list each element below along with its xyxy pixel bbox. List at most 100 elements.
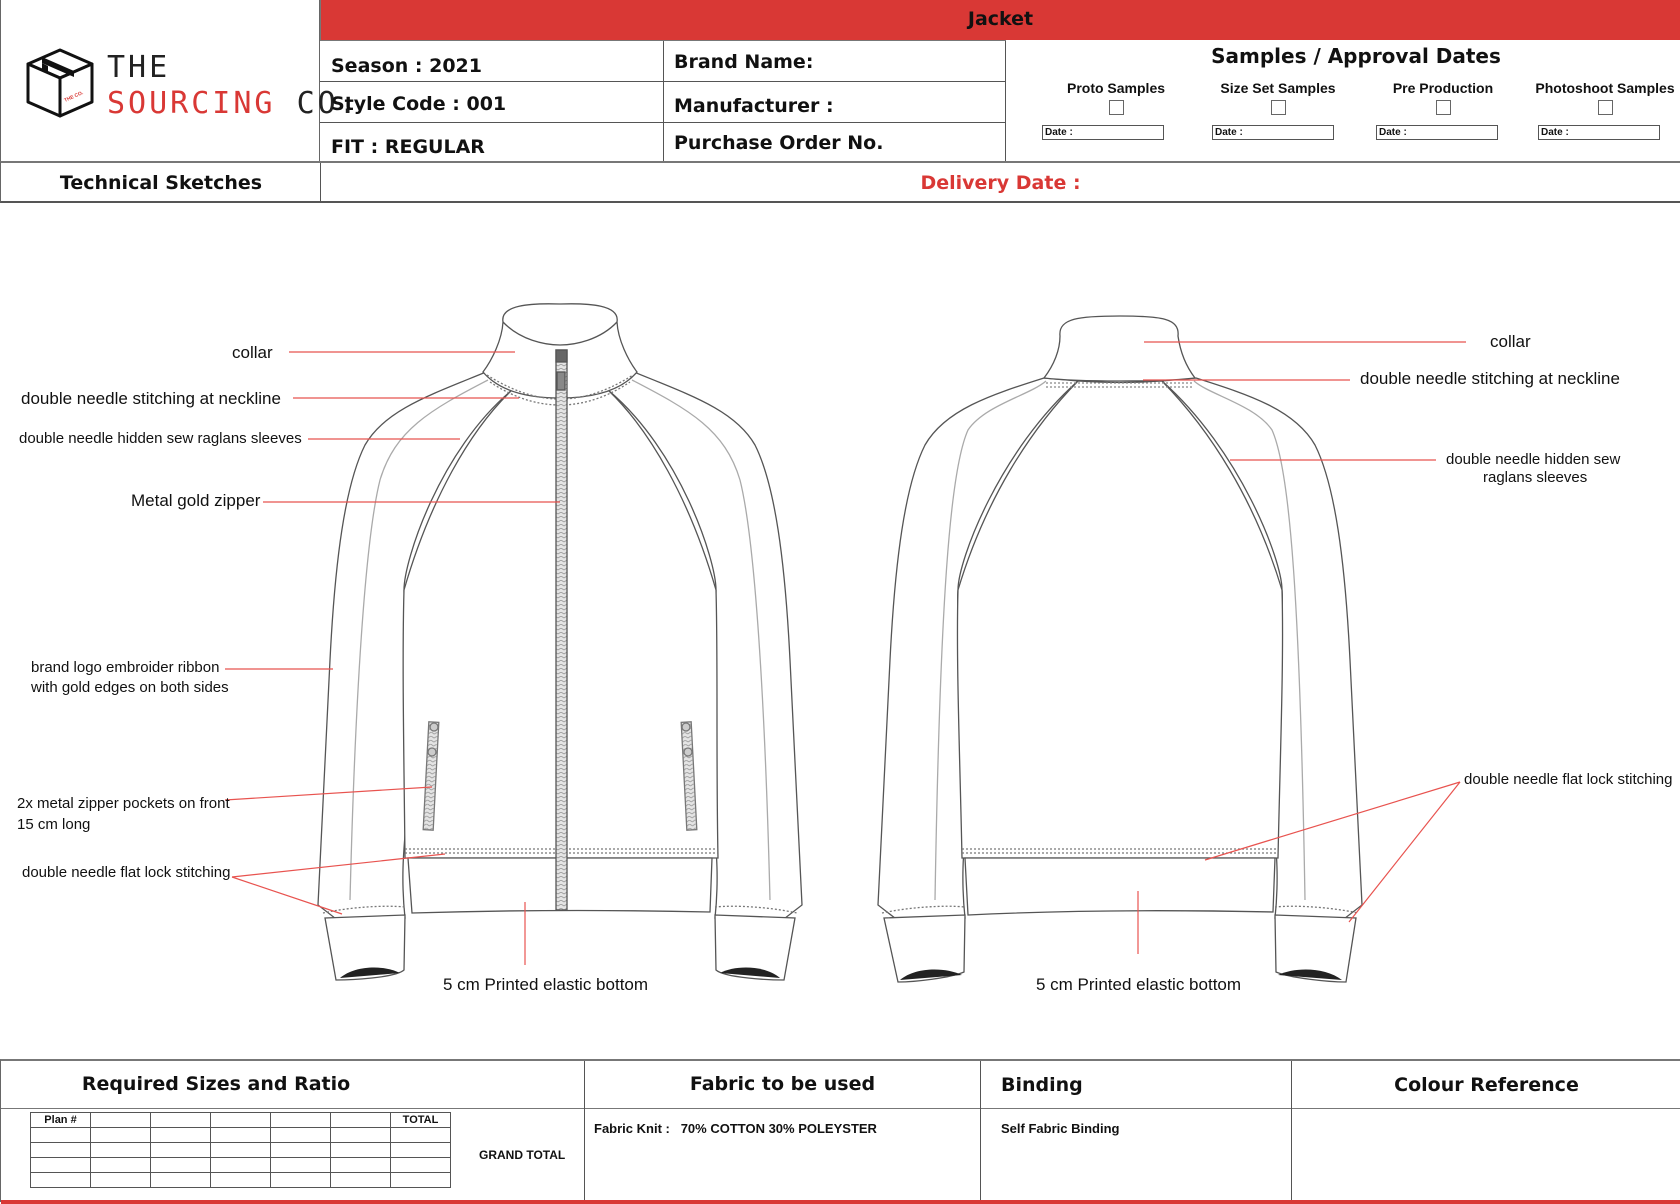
front-ribbon-label-1: brand logo embroider ribbon bbox=[31, 659, 220, 676]
table-cell[interactable] bbox=[30, 1157, 91, 1173]
pre-production-date-field[interactable]: Date : bbox=[1376, 125, 1498, 140]
table-cell[interactable] bbox=[150, 1142, 211, 1158]
front-pockets-label-2: 15 cm long bbox=[17, 816, 91, 833]
manufacturer-field: Manufacturer : bbox=[674, 95, 834, 117]
back-elastic-label: 5 cm Printed elastic bottom bbox=[1036, 975, 1242, 994]
back-collar bbox=[1042, 315, 1197, 382]
table-cell[interactable] bbox=[390, 1157, 451, 1173]
sample-checkbox[interactable] bbox=[1108, 100, 1124, 115]
sample-label: Pre Production bbox=[1392, 80, 1494, 96]
back-raglan-label-1: double needle hidden sew bbox=[1446, 451, 1621, 468]
table-cell[interactable] bbox=[150, 1172, 211, 1188]
sample-proto: Proto Samples bbox=[1041, 80, 1191, 120]
brand-line1: THE bbox=[107, 50, 171, 85]
table-cell[interactable] bbox=[150, 1127, 211, 1143]
delivery-date-label: Delivery Date : bbox=[920, 172, 1081, 194]
table-cell[interactable] bbox=[210, 1127, 271, 1143]
front-left-cuff bbox=[324, 914, 406, 981]
section-row: Technical Sketches Delivery Date : bbox=[0, 161, 1680, 203]
back-right-cuff bbox=[1274, 914, 1357, 983]
front-jacket-sketch bbox=[317, 303, 803, 981]
proto-date-field[interactable]: Date : bbox=[1042, 125, 1164, 140]
logo-cell: THE CO. THE SOURCING CO. bbox=[0, 0, 357, 162]
sample-checkbox[interactable] bbox=[1270, 100, 1286, 115]
table-header-cell: TOTAL bbox=[390, 1112, 451, 1128]
table-cell[interactable] bbox=[270, 1172, 331, 1188]
table-cell[interactable] bbox=[390, 1172, 451, 1188]
back-flatlock-label: double needle flat lock stitching bbox=[1464, 771, 1673, 788]
fit-field: FIT : REGULAR bbox=[331, 136, 485, 158]
sample-size-set: Size Set Samples bbox=[1203, 80, 1353, 120]
back-body bbox=[956, 380, 1284, 859]
table-cell[interactable] bbox=[270, 1127, 331, 1143]
table-cell[interactable] bbox=[330, 1157, 391, 1173]
table-cell[interactable] bbox=[90, 1157, 151, 1173]
sample-pre-production: Pre Production bbox=[1368, 80, 1518, 120]
table-row bbox=[30, 1172, 451, 1188]
front-neckline-label: double needle stitching at neckline bbox=[21, 389, 281, 408]
table-cell[interactable] bbox=[330, 1127, 391, 1143]
season-field: Season : 2021 bbox=[331, 55, 482, 77]
table-cell[interactable] bbox=[330, 1142, 391, 1158]
sizes-title: Required Sizes and Ratio bbox=[81, 1073, 351, 1095]
back-neckline-label: double needle stitching at neckline bbox=[1360, 369, 1620, 388]
table-header-row: Plan # TOTAL bbox=[30, 1112, 451, 1128]
table-cell[interactable] bbox=[390, 1142, 451, 1158]
front-zipper bbox=[555, 349, 568, 911]
sample-checkbox[interactable] bbox=[1597, 100, 1613, 115]
table-header-cell[interactable] bbox=[270, 1112, 331, 1128]
table-cell[interactable] bbox=[90, 1127, 151, 1143]
table-cell[interactable] bbox=[330, 1172, 391, 1188]
size-set-date-field[interactable]: Date : bbox=[1212, 125, 1334, 140]
back-collar-label: collar bbox=[1490, 332, 1531, 351]
info-grid: Season : 2021 Style Code : 001 FIT : REG… bbox=[320, 40, 1006, 163]
table-cell[interactable] bbox=[270, 1157, 331, 1173]
title-banner: Jacket bbox=[320, 0, 1680, 40]
fabric-title: Fabric to be used bbox=[689, 1073, 876, 1095]
binding-title: Binding bbox=[1001, 1074, 1083, 1096]
table-header-cell[interactable] bbox=[90, 1112, 151, 1128]
samples-title: Samples / Approval Dates bbox=[1211, 44, 1501, 68]
sample-label: Proto Samples bbox=[1066, 80, 1166, 96]
annotation-leaders bbox=[224, 341, 1466, 965]
section-title: Technical Sketches bbox=[59, 172, 263, 194]
table-cell[interactable] bbox=[150, 1157, 211, 1173]
front-elastic-label: 5 cm Printed elastic bottom bbox=[443, 975, 649, 994]
table-cell[interactable] bbox=[90, 1142, 151, 1158]
table-row bbox=[30, 1157, 451, 1173]
table-cell[interactable] bbox=[30, 1127, 91, 1143]
back-jacket-sketch bbox=[877, 315, 1363, 983]
box-logo-icon: THE CO. bbox=[26, 48, 94, 118]
colour-reference-title: Colour Reference bbox=[1394, 1074, 1579, 1096]
table-header-cell[interactable] bbox=[150, 1112, 211, 1128]
table-cell[interactable] bbox=[210, 1172, 271, 1188]
back-left-sleeve bbox=[877, 377, 1080, 923]
table-cell[interactable] bbox=[210, 1142, 271, 1158]
table-cell[interactable] bbox=[90, 1172, 151, 1188]
front-right-sleeve bbox=[606, 371, 803, 923]
photoshoot-date-field[interactable]: Date : bbox=[1538, 125, 1660, 140]
table-cell[interactable] bbox=[390, 1127, 451, 1143]
table-cell[interactable] bbox=[270, 1142, 331, 1158]
fabric-value: 70% COTTON 30% POLEYSTER bbox=[680, 1121, 877, 1136]
purchase-order-field: Purchase Order No. bbox=[674, 132, 884, 154]
back-left-cuff bbox=[883, 914, 966, 983]
front-raglan-label: double needle hidden sew raglans sleeves bbox=[19, 430, 302, 447]
table-cell[interactable] bbox=[30, 1142, 91, 1158]
back-waistband bbox=[964, 857, 1276, 916]
table-cell[interactable] bbox=[30, 1172, 91, 1188]
sample-photoshoot: Photoshoot Samples bbox=[1530, 80, 1680, 120]
table-cell[interactable] bbox=[210, 1157, 271, 1173]
table-header-cell[interactable] bbox=[210, 1112, 271, 1128]
front-left-pocket-zipper bbox=[422, 721, 440, 831]
page-title: Jacket bbox=[967, 8, 1034, 30]
brand-name-field: Brand Name: bbox=[674, 51, 814, 73]
table-row bbox=[30, 1127, 451, 1143]
table-row bbox=[30, 1142, 451, 1158]
colour-reference-area[interactable] bbox=[1293, 1110, 1680, 1198]
style-code-field: Style Code : 001 bbox=[331, 93, 507, 115]
front-body bbox=[402, 389, 719, 859]
sample-checkbox[interactable] bbox=[1435, 100, 1451, 115]
front-right-cuff bbox=[714, 914, 796, 981]
table-header-cell[interactable] bbox=[330, 1112, 391, 1128]
